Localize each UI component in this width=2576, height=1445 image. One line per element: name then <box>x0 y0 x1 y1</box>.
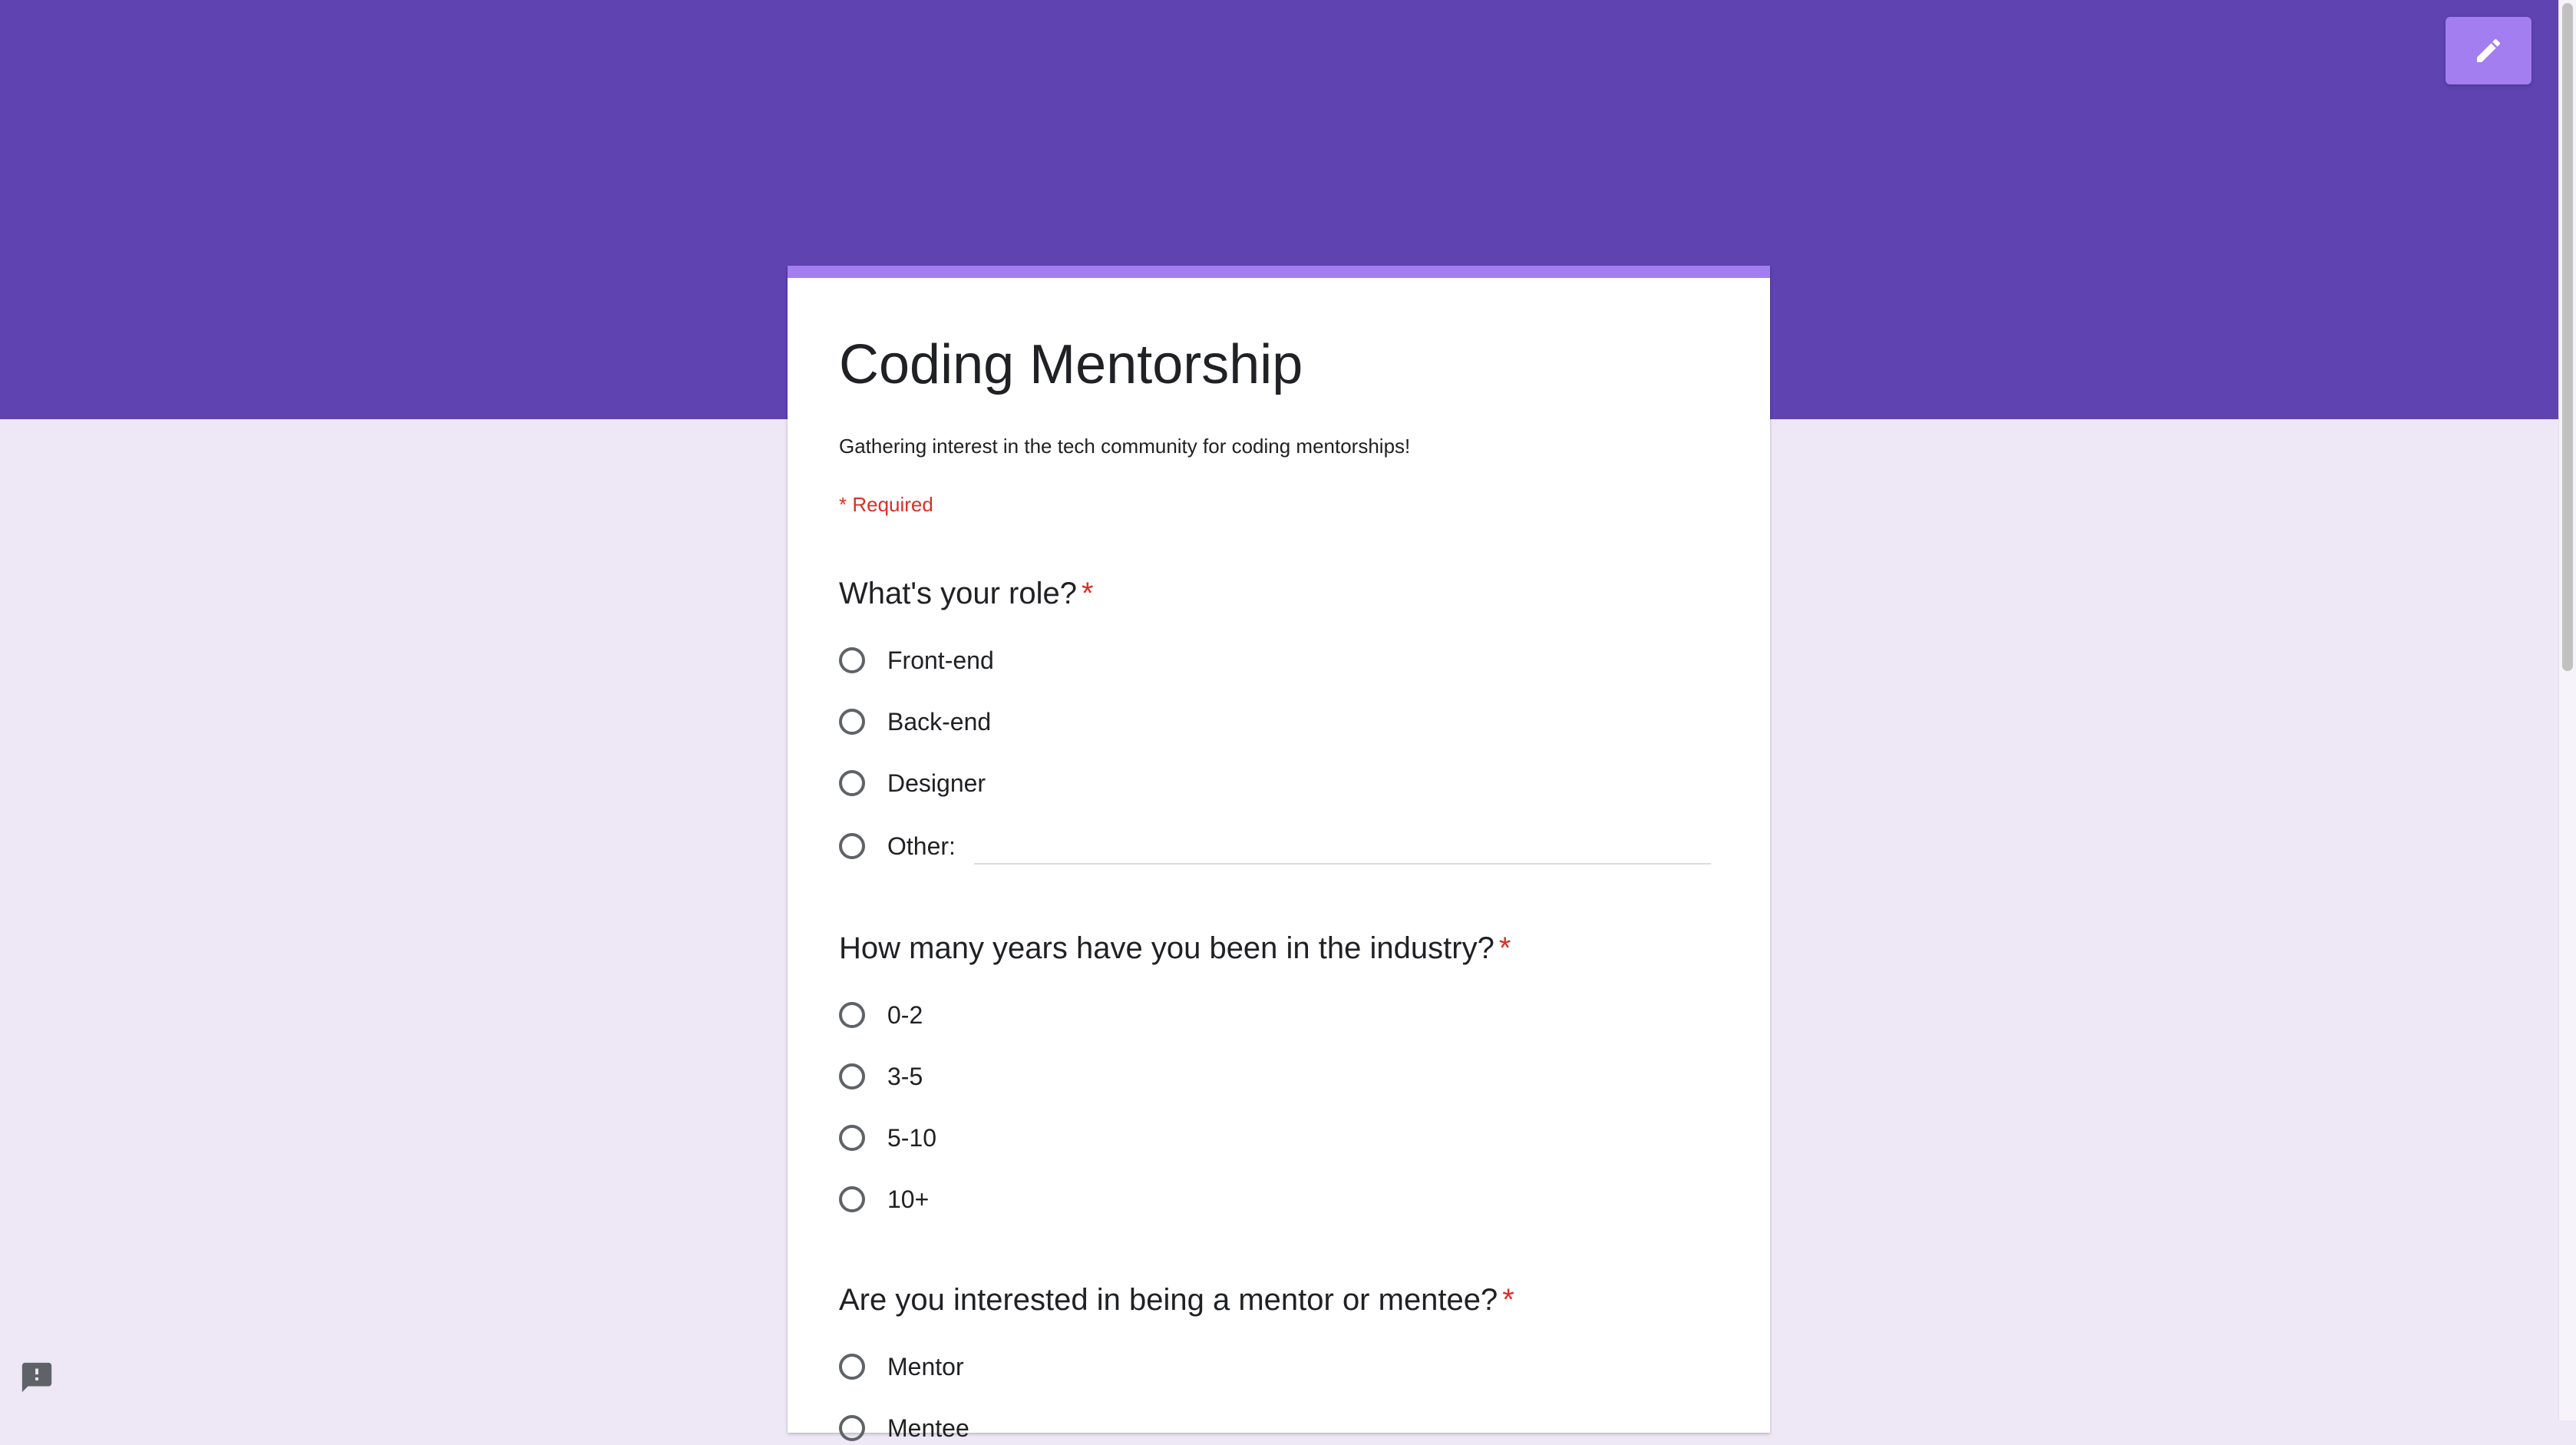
other-text-input[interactable] <box>974 838 1711 865</box>
scrollbar-thumb[interactable] <box>2562 3 2573 671</box>
option-label: Other: <box>887 832 956 860</box>
radio-button[interactable] <box>839 1186 865 1212</box>
option-5-10[interactable]: 5-10 <box>839 1121 936 1155</box>
question-title: What's your role? * <box>839 574 1729 613</box>
option-mentee[interactable]: Mentee <box>839 1411 969 1445</box>
edit-form-button[interactable] <box>2446 17 2531 84</box>
option-label: 10+ <box>887 1185 930 1213</box>
required-note: * Required <box>839 493 933 516</box>
form-title: Coding Mentorship <box>839 334 1303 395</box>
radio-button[interactable] <box>839 1125 865 1151</box>
required-star: * <box>1081 577 1094 610</box>
option-back-end[interactable]: Back-end <box>839 705 991 739</box>
radio-button[interactable] <box>839 833 865 859</box>
question-title: Are you interested in being a mentor or … <box>839 1281 1729 1319</box>
report-feedback-icon <box>21 1362 52 1393</box>
radio-button[interactable] <box>839 1002 865 1028</box>
option-3-5[interactable]: 3-5 <box>839 1060 923 1093</box>
option-label: 5-10 <box>887 1123 937 1152</box>
required-star: * <box>1498 931 1511 965</box>
option-other[interactable]: Other: <box>839 829 956 863</box>
scrollbar[interactable] <box>2558 0 2576 1420</box>
question-text: How many years have you been in the indu… <box>839 931 1494 965</box>
option-label: Mentee <box>887 1414 969 1442</box>
pencil-icon <box>2477 38 2501 62</box>
option-label: Mentor <box>887 1352 964 1381</box>
question-years: How many years have you been in the indu… <box>839 929 1729 1213</box>
option-10-plus[interactable]: 10+ <box>839 1182 929 1216</box>
option-0-2[interactable]: 0-2 <box>839 998 923 1032</box>
form-card: Coding Mentorship Gathering interest in … <box>788 266 1770 1442</box>
radio-button[interactable] <box>839 647 865 673</box>
radio-button[interactable] <box>839 1415 865 1441</box>
required-star: * <box>1502 1283 1514 1317</box>
radio-button[interactable] <box>839 709 865 735</box>
option-label: Front-end <box>887 646 994 674</box>
option-mentor[interactable]: Mentor <box>839 1350 964 1384</box>
question-text: Are you interested in being a mentor or … <box>839 1283 1498 1317</box>
option-label: Back-end <box>887 707 992 736</box>
option-label: 3-5 <box>887 1062 923 1090</box>
radio-button[interactable] <box>839 1063 865 1090</box>
option-label: Designer <box>887 769 986 797</box>
option-label: 0-2 <box>887 1000 923 1029</box>
option-front-end[interactable]: Front-end <box>839 643 994 677</box>
form-description: Gathering interest in the tech community… <box>839 435 1411 458</box>
radio-button[interactable] <box>839 1354 865 1380</box>
question-mentor-mentee: Are you interested in being a mentor or … <box>839 1281 1729 1442</box>
option-designer[interactable]: Designer <box>839 766 986 800</box>
card-accent-bar <box>788 266 1770 278</box>
report-feedback-button[interactable] <box>18 1359 55 1396</box>
question-title: How many years have you been in the indu… <box>839 929 1729 967</box>
question-role: What's your role? * Front-end Back-end De… <box>839 574 1729 865</box>
radio-button[interactable] <box>839 770 865 796</box>
question-text: What's your role? <box>839 577 1077 610</box>
